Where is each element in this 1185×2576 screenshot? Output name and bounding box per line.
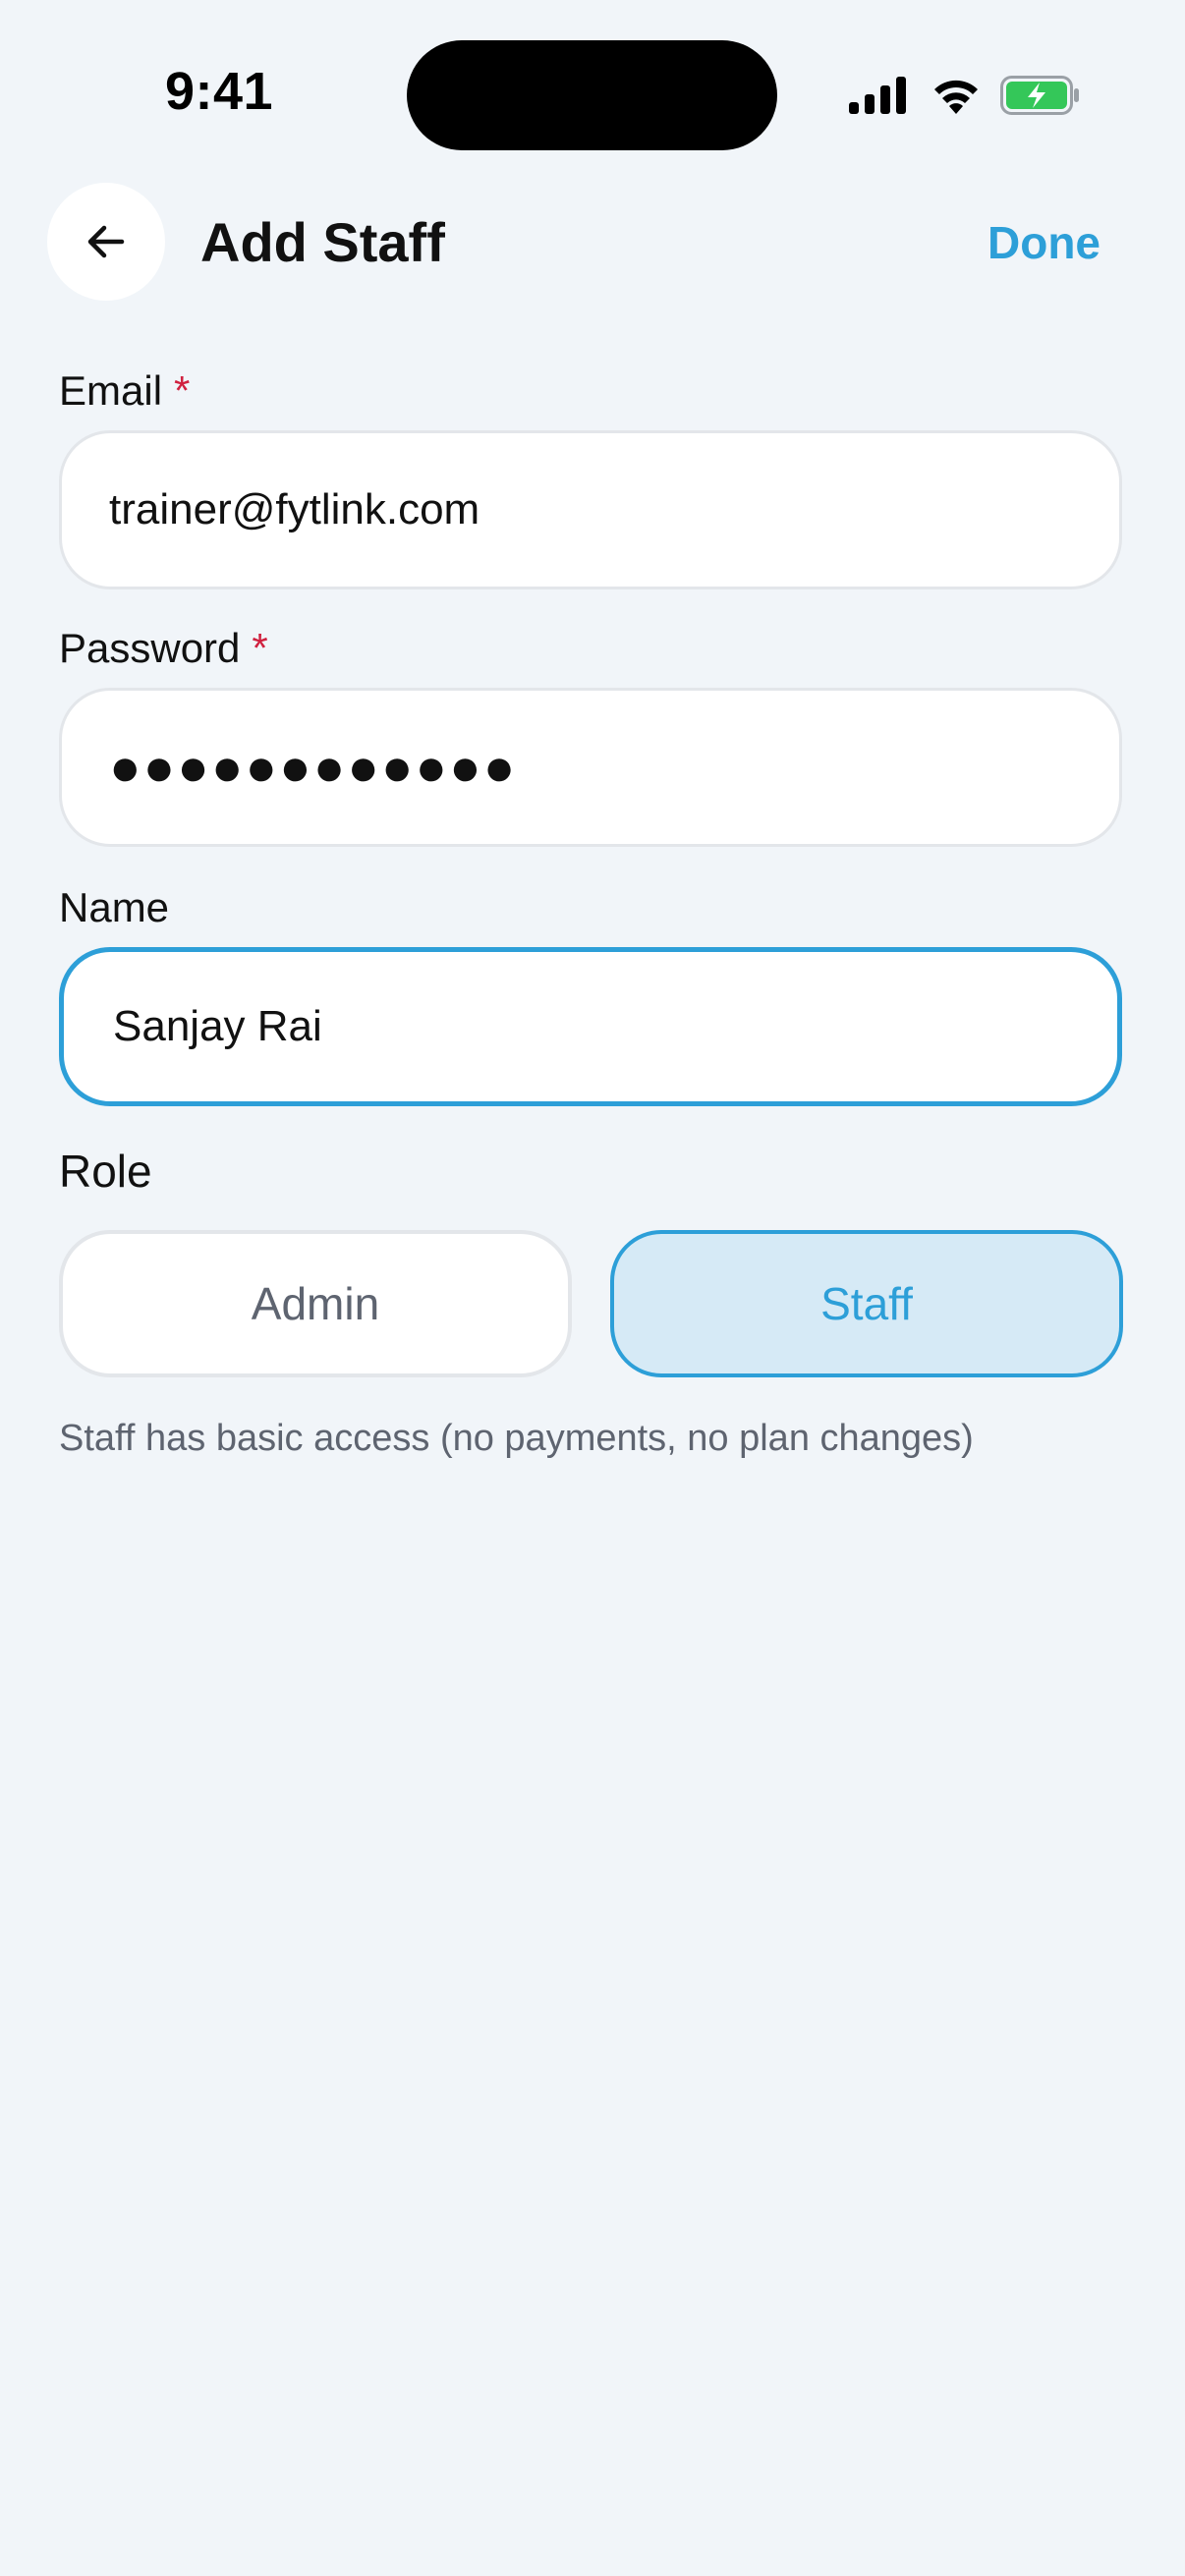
password-value: ●●●●●●●●●●●● xyxy=(109,738,518,797)
role-help-text: Staff has basic access (no payments, no … xyxy=(59,1418,974,1459)
battery-charging-icon xyxy=(1000,76,1079,115)
email-label-text: Email xyxy=(59,367,163,414)
password-field[interactable]: ●●●●●●●●●●●● xyxy=(59,688,1122,847)
wifi-icon xyxy=(934,80,978,114)
password-label: Password * xyxy=(59,623,268,674)
dynamic-island xyxy=(407,40,777,150)
name-label: Name xyxy=(59,882,169,933)
required-mark: * xyxy=(174,367,191,414)
role-option-staff[interactable]: Staff xyxy=(610,1230,1123,1377)
role-option-admin[interactable]: Admin xyxy=(59,1230,572,1377)
email-label: Email * xyxy=(59,365,190,417)
status-time: 9:41 xyxy=(165,62,274,121)
required-mark: * xyxy=(252,625,268,671)
role-option-label: Admin xyxy=(251,1278,380,1329)
role-label-text: Role xyxy=(59,1146,152,1197)
back-button[interactable] xyxy=(47,183,165,301)
password-label-text: Password xyxy=(59,625,241,671)
name-field[interactable] xyxy=(59,947,1122,1106)
arrow-left-icon xyxy=(87,225,125,258)
status-bar: 9:41 xyxy=(0,0,1185,177)
role-label: Role xyxy=(59,1146,152,1197)
page-title: Add Staff xyxy=(200,211,445,273)
email-field[interactable] xyxy=(59,430,1122,589)
done-button[interactable]: Done xyxy=(988,214,1100,271)
name-label-text: Name xyxy=(59,884,170,930)
status-icons xyxy=(849,71,1081,120)
signal-icon xyxy=(849,77,906,114)
role-option-label: Staff xyxy=(820,1278,913,1329)
